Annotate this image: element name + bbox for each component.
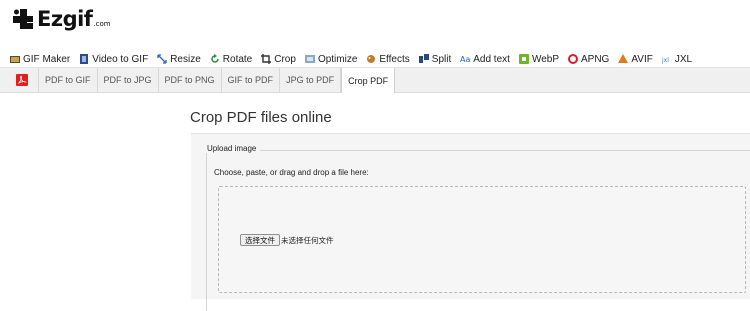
tool-gif-maker[interactable]: GIF Maker <box>10 54 70 65</box>
choose-file-button[interactable]: 选择文件 <box>240 234 280 246</box>
tool-label: Rotate <box>222 53 253 65</box>
ezgif-logo[interactable]: Ezgif .com <box>12 6 111 32</box>
tool-optimize[interactable]: Optimize <box>304 53 358 65</box>
tool-jxl[interactable]: jxl JXL <box>661 53 693 65</box>
logo-suffix: .com <box>93 20 111 28</box>
tab-pdf-to-gif[interactable]: PDF to GIF <box>39 68 98 92</box>
rotate-icon <box>210 54 220 64</box>
tool-label: Resize <box>170 53 201 65</box>
tool-rotate[interactable]: Rotate <box>210 54 252 65</box>
pdf-icon <box>16 74 28 86</box>
tool-webp[interactable]: WebP <box>518 53 559 65</box>
upload-instructions: Choose, paste, or drag and drop a file h… <box>214 168 369 177</box>
apng-icon <box>568 54 578 64</box>
split-icon <box>418 54 429 64</box>
tool-avif[interactable]: AVIF <box>618 53 653 65</box>
tool-label: WebP <box>531 53 559 65</box>
svg-text:Aa: Aa <box>460 55 470 64</box>
tool-label: APNG <box>581 53 610 65</box>
page-title: Crop PDF files online <box>190 109 332 126</box>
tool-label: JXL <box>674 53 693 65</box>
tool-effects[interactable]: Effects <box>366 53 410 65</box>
tool-label: Split <box>431 53 452 65</box>
tool-label: Effects <box>379 53 410 65</box>
file-status-text: 未选择任何文件 <box>281 236 334 245</box>
logo-text: Ezgif <box>37 7 93 31</box>
tool-apng[interactable]: APNG <box>568 54 609 65</box>
tab-jpg-to-pdf[interactable]: JPG to PDF <box>280 68 342 92</box>
tool-add-text[interactable]: Aa Add text <box>460 54 510 65</box>
optimize-icon <box>304 54 315 64</box>
webp-icon <box>518 54 529 64</box>
gif-maker-icon <box>10 54 20 64</box>
pdf-subnav: PDF to GIF PDF to JPG PDF to PNG GIF to … <box>0 67 750 93</box>
resize-icon <box>157 54 167 64</box>
tool-label: Video to GIF <box>92 53 149 65</box>
effects-icon <box>366 54 376 64</box>
tool-label: Crop <box>274 53 296 65</box>
jxl-icon: jxl <box>661 54 672 64</box>
crop-icon <box>261 54 272 64</box>
avif-icon <box>618 54 629 64</box>
tab-pdf-to-png[interactable]: PDF to PNG <box>159 68 222 92</box>
main-toolbar: GIF Maker Video to GIF Resize Rotate Cro… <box>10 52 701 66</box>
tool-crop[interactable]: Crop <box>261 54 296 65</box>
tool-resize[interactable]: Resize <box>157 54 201 65</box>
video-icon <box>79 54 89 64</box>
tool-label: Optimize <box>317 53 358 65</box>
tab-gif-to-pdf[interactable]: GIF to PDF <box>222 68 281 92</box>
tool-video-to-gif[interactable]: Video to GIF <box>79 54 148 65</box>
tool-label: Add text <box>473 53 510 65</box>
svg-text:jxl: jxl <box>662 57 669 64</box>
pdf-tools-icon-tab[interactable] <box>6 68 39 92</box>
puzzle-logo-icon <box>13 9 33 29</box>
upload-legend: Upload image <box>203 144 261 153</box>
tab-pdf-to-jpg[interactable]: PDF to JPG <box>98 68 159 92</box>
tab-crop-pdf[interactable]: Crop PDF <box>341 68 396 93</box>
tool-label: GIF Maker <box>23 53 71 65</box>
add-text-icon: Aa <box>460 54 470 64</box>
tool-split[interactable]: Split <box>418 53 452 65</box>
tool-label: AVIF <box>631 53 653 65</box>
